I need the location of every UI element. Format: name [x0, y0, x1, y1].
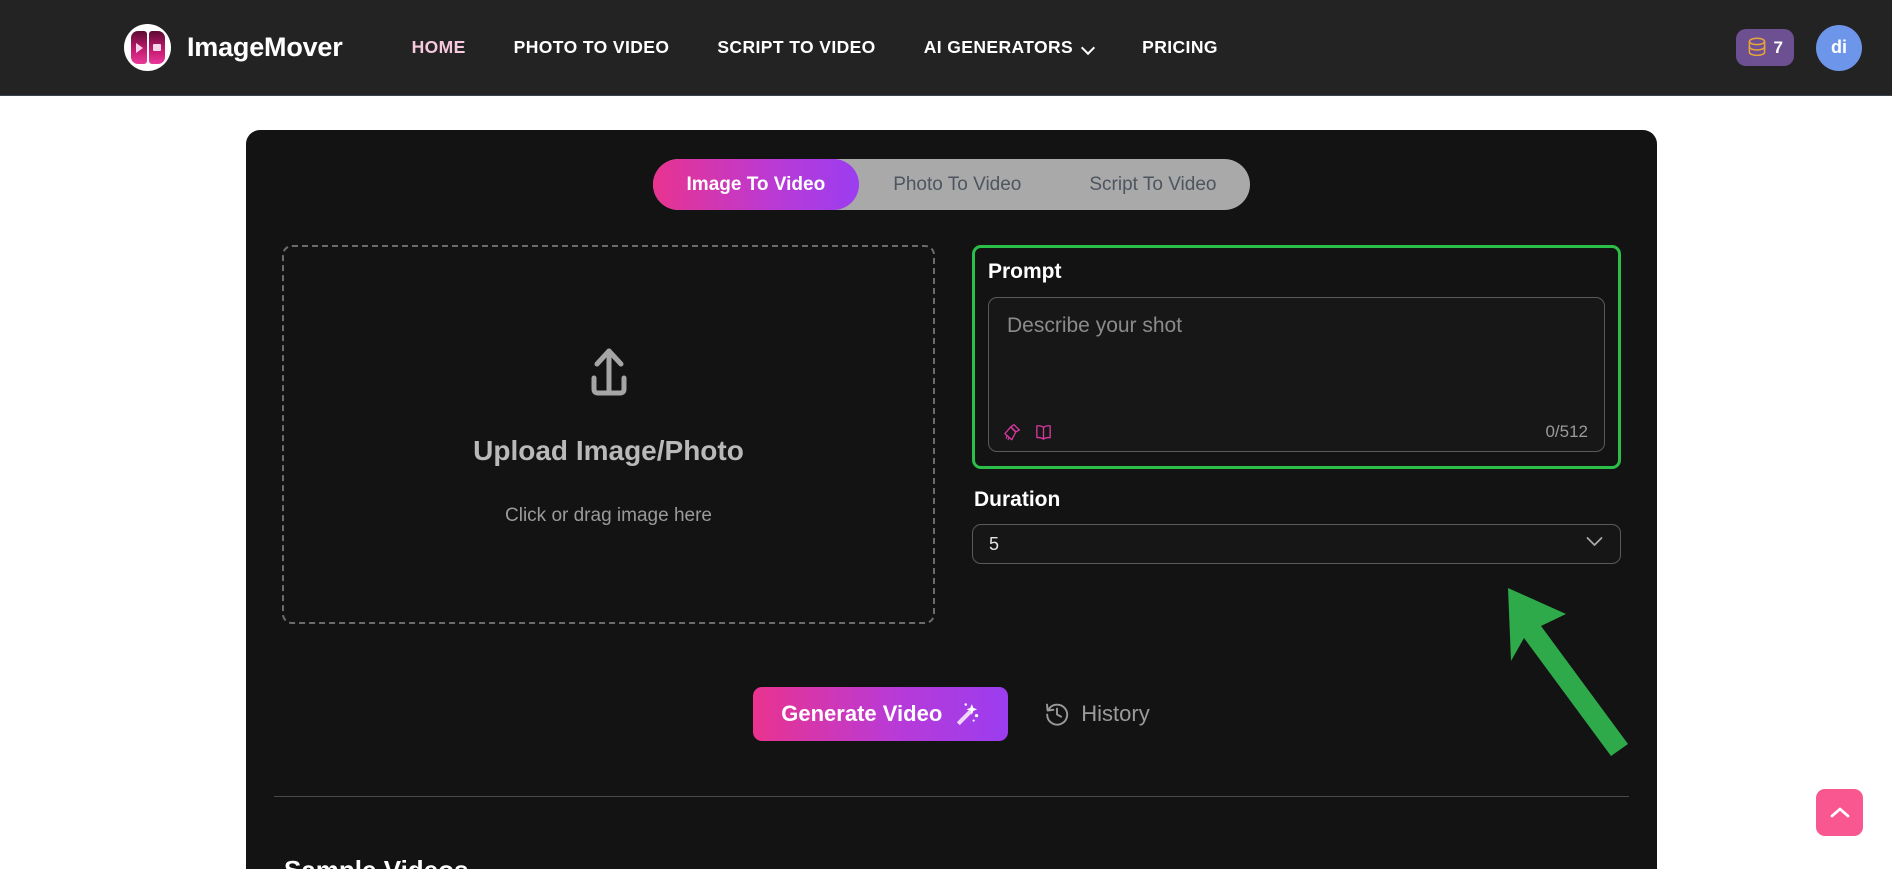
- prompt-footer: 0/512: [1003, 422, 1588, 442]
- nav-link-photo-to-video[interactable]: PHOTO TO VIDEO: [490, 27, 694, 68]
- generate-video-label: Generate Video: [781, 701, 943, 726]
- history-label: History: [1081, 701, 1150, 726]
- brand-name: ImageMover: [187, 32, 343, 62]
- user-avatar[interactable]: di: [1816, 24, 1862, 71]
- mode-tabs: Image To Video Photo To Video Script To …: [652, 159, 1251, 210]
- nav-link-ai-generators-label: AI GENERATORS: [923, 37, 1074, 57]
- duration-value: 5: [989, 533, 1000, 554]
- clock-history-icon: [1046, 703, 1069, 726]
- nav-link-home[interactable]: HOME: [388, 27, 490, 68]
- upload-dropzone[interactable]: Upload Image/Photo Click or drag image h…: [282, 245, 935, 624]
- tab-image-to-video[interactable]: Image To Video: [652, 159, 860, 210]
- mode-tabs-wrapper: Image To Video Photo To Video Script To …: [246, 159, 1657, 210]
- editor-grid: Upload Image/Photo Click or drag image h…: [282, 245, 1621, 624]
- upload-subtitle: Click or drag image here: [505, 505, 712, 526]
- duration-select[interactable]: 5: [972, 524, 1621, 564]
- tab-photo-to-video-label: Photo To Video: [893, 173, 1022, 195]
- chevron-down-icon: [1585, 535, 1604, 553]
- upload-title: Upload Image/Photo: [473, 435, 744, 466]
- nav-link-script-to-video[interactable]: SCRIPT TO VIDEO: [693, 27, 899, 68]
- duration-label: Duration: [974, 488, 1061, 511]
- coin-stack-icon: [1748, 37, 1765, 57]
- sample-videos-heading: Sample Videos: [284, 855, 1657, 869]
- avatar-initials: di: [1831, 37, 1847, 57]
- nav-link-pricing-label: PRICING: [1142, 37, 1218, 57]
- prompt-placeholder: Describe your shot: [1007, 314, 1183, 337]
- prompt-input[interactable]: Describe your shot 0/512: [988, 297, 1605, 452]
- nav-link-script-to-video-label: SCRIPT TO VIDEO: [717, 37, 876, 57]
- tab-script-to-video[interactable]: Script To Video: [1055, 159, 1250, 210]
- tab-photo-to-video[interactable]: Photo To Video: [859, 159, 1055, 210]
- tab-image-to-video-label: Image To Video: [686, 173, 826, 195]
- chevron-down-icon: [1083, 42, 1094, 53]
- navbar-right-cluster: 7 di: [1735, 24, 1862, 71]
- chevron-up-icon: [1830, 807, 1849, 818]
- scroll-to-top-button[interactable]: [1816, 789, 1863, 836]
- history-button[interactable]: History: [1044, 701, 1150, 727]
- settings-column: Prompt Describe your shot 0/512 Duration…: [972, 245, 1621, 624]
- book-icon[interactable]: [1034, 423, 1053, 442]
- nav-link-ai-generators[interactable]: AI GENERATORS: [900, 27, 1118, 68]
- generator-card: Image To Video Photo To Video Script To …: [246, 130, 1657, 869]
- prompt-char-counter: 0/512: [1545, 422, 1588, 441]
- page-body: Image To Video Photo To Video Script To …: [0, 96, 1892, 869]
- generate-video-button[interactable]: Generate Video: [753, 687, 1009, 741]
- top-navbar: ImageMover HOME PHOTO TO VIDEO SCRIPT TO…: [0, 0, 1892, 96]
- brand-logo-link[interactable]: ImageMover: [124, 24, 343, 71]
- credits-badge[interactable]: 7: [1735, 29, 1794, 66]
- brush-icon[interactable]: [1003, 423, 1022, 442]
- prompt-tools: [1003, 423, 1053, 442]
- tab-script-to-video-label: Script To Video: [1089, 173, 1217, 195]
- magic-wand-icon: [957, 702, 979, 725]
- action-bar: Generate Video History: [246, 687, 1657, 741]
- upload-arrow-icon: [579, 342, 639, 407]
- nav-link-pricing[interactable]: PRICING: [1118, 27, 1242, 68]
- primary-nav: HOME PHOTO TO VIDEO SCRIPT TO VIDEO AI G…: [388, 27, 1242, 68]
- nav-link-home-label: HOME: [411, 37, 466, 57]
- nav-link-photo-to-video-label: PHOTO TO VIDEO: [513, 37, 670, 57]
- credits-count: 7: [1773, 37, 1783, 57]
- section-divider: [274, 796, 1629, 797]
- prompt-section: Prompt Describe your shot 0/512: [972, 245, 1621, 469]
- prompt-label: Prompt: [988, 260, 1062, 283]
- imagemover-logo-icon: [124, 24, 171, 71]
